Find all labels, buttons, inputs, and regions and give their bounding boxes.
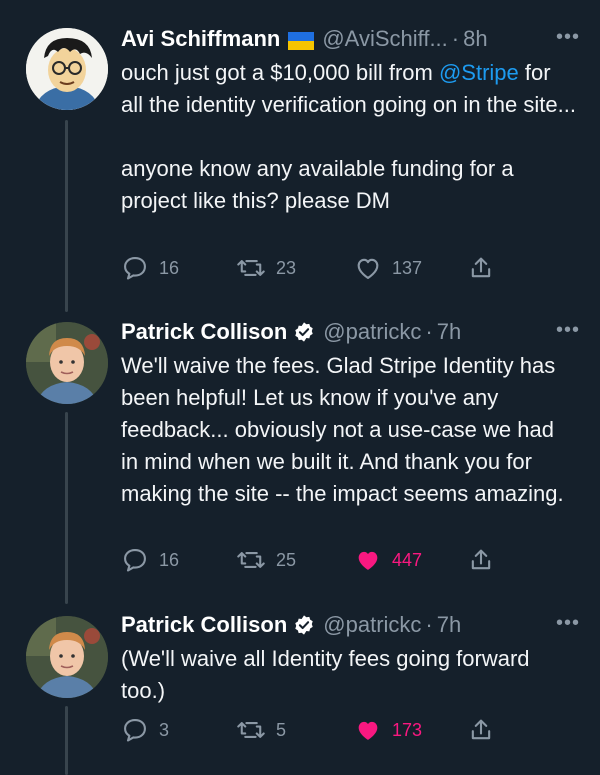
share-button[interactable] [467, 545, 495, 575]
reply-count: 3 [159, 719, 170, 740]
thread-line [65, 706, 68, 775]
tweet-text: (We'll waive all Identity fees going for… [121, 646, 536, 703]
like-button[interactable]: 173 [354, 715, 422, 745]
more-icon[interactable]: ••• [556, 26, 580, 49]
share-button[interactable] [467, 253, 495, 283]
more-icon[interactable]: ••• [556, 612, 580, 635]
reply-icon [121, 546, 149, 574]
reply-button[interactable]: 16 [121, 253, 179, 283]
reply-count: 16 [159, 257, 180, 278]
like-count: 173 [392, 719, 423, 740]
like-icon [354, 254, 382, 282]
like-button[interactable]: 447 [354, 545, 422, 575]
more-icon[interactable]: ••• [556, 319, 580, 342]
retweet-icon [236, 546, 266, 574]
avatar[interactable] [26, 322, 108, 404]
tweet-3[interactable]: Patrick Collison @patrickc · 7h ••• (We'… [0, 604, 600, 775]
avatar-photo-image [26, 616, 108, 698]
timestamp[interactable]: 8h [463, 26, 487, 52]
like-count: 447 [392, 549, 423, 570]
tweet-actions: 16 23 137 [121, 253, 521, 283]
author-handle[interactable]: @AviSchiff... [322, 26, 447, 52]
retweet-button[interactable]: 5 [236, 715, 286, 745]
share-icon [467, 254, 495, 282]
avatar[interactable] [26, 28, 108, 110]
avatar-cartoon-image [26, 28, 108, 110]
separator-dot: · [425, 612, 433, 637]
author-name[interactable]: Patrick Collison [121, 319, 287, 345]
reply-button[interactable]: 16 [121, 545, 179, 575]
tweet-header: Patrick Collison @patrickc · 7h ••• [121, 317, 580, 347]
avatar-photo-image [26, 322, 108, 404]
reply-icon [121, 716, 149, 744]
like-button[interactable]: 137 [354, 253, 422, 283]
mention-link[interactable]: @Stripe [439, 60, 519, 85]
thread-line [65, 412, 68, 604]
author-handle[interactable]: @patrickc [323, 319, 421, 345]
separator-dot: · [451, 26, 460, 51]
author-name[interactable]: Patrick Collison [121, 612, 287, 638]
like-icon [354, 716, 382, 744]
timestamp[interactable]: 7h [437, 612, 461, 638]
share-icon [467, 546, 495, 574]
share-icon [467, 716, 495, 744]
thread-line [65, 120, 68, 312]
retweet-button[interactable]: 25 [236, 545, 296, 575]
reply-button[interactable]: 3 [121, 715, 169, 745]
retweet-count: 5 [276, 719, 287, 740]
like-count: 137 [392, 257, 423, 278]
author-handle[interactable]: @patrickc [323, 612, 421, 638]
tweet-1[interactable]: Avi Schiffmann @AviSchiff... · 8h ••• ou… [0, 0, 600, 312]
tweet-actions: 3 5 173 [121, 715, 521, 745]
retweet-count: 25 [276, 549, 297, 570]
ukraine-flag-icon [288, 30, 315, 50]
retweet-button[interactable]: 23 [236, 253, 296, 283]
verified-icon [293, 614, 315, 636]
tweet-actions: 16 25 447 [121, 545, 521, 575]
verified-icon [293, 321, 315, 343]
share-button[interactable] [467, 715, 495, 745]
tweet-header: Avi Schiffmann @AviSchiff... · 8h ••• [121, 24, 580, 54]
retweet-icon [236, 254, 266, 282]
author-name[interactable]: Avi Schiffmann [121, 26, 280, 52]
like-icon [354, 546, 382, 574]
tweet-2[interactable]: Patrick Collison @patrickc · 7h ••• We'l… [0, 312, 600, 604]
separator-dot: · [425, 319, 433, 344]
tweet-text-part: ouch just got a $10,000 bill from [121, 60, 439, 85]
tweet-text: ouch just got a $10,000 bill from @Strip… [121, 57, 576, 217]
avatar[interactable] [26, 616, 108, 698]
retweet-count: 23 [276, 257, 297, 278]
tweet-text: We'll waive the fees. Glad Stripe Identi… [121, 353, 564, 506]
reply-icon [121, 254, 149, 282]
retweet-icon [236, 716, 266, 744]
tweet-header: Patrick Collison @patrickc · 7h ••• [121, 610, 580, 640]
timestamp[interactable]: 7h [437, 319, 461, 345]
reply-count: 16 [159, 549, 180, 570]
